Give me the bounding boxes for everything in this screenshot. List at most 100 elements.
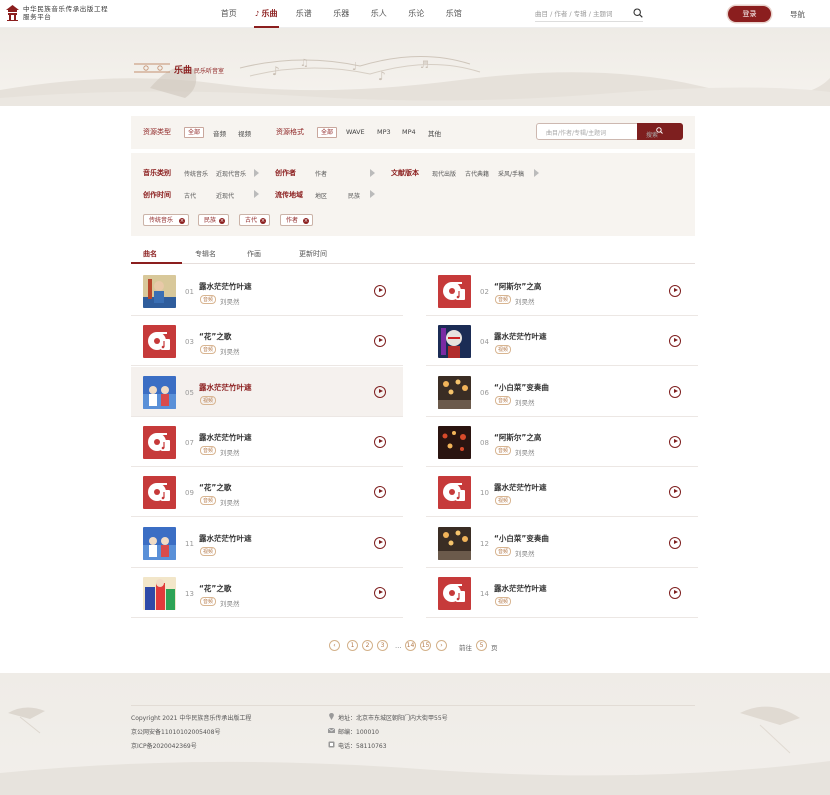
list-item[interactable]: 02 “阿斯尔”之高 音频 刘昊然 bbox=[426, 266, 698, 316]
resource-format-wave[interactable]: WAVE bbox=[346, 128, 365, 136]
login-button[interactable]: 登录 bbox=[728, 6, 771, 22]
footer-beian-2[interactable]: 京ICP备2020042369号 bbox=[131, 741, 197, 750]
song-title[interactable]: 露水茫茫竹叶遮 bbox=[494, 331, 547, 342]
song-thumbnail[interactable] bbox=[143, 325, 176, 359]
category-option-author[interactable]: 作者 bbox=[315, 169, 327, 178]
song-thumbnail[interactable] bbox=[438, 275, 471, 308]
list-item[interactable]: 10 露水茫茫竹叶遮 视频 bbox=[426, 467, 698, 518]
song-artist[interactable]: 刘昊然 bbox=[220, 346, 240, 356]
play-icon[interactable] bbox=[374, 385, 386, 398]
nav-scores[interactable]: 乐谱 bbox=[285, 0, 323, 28]
close-icon[interactable]: × bbox=[303, 217, 309, 224]
song-artist[interactable]: 刘昊然 bbox=[220, 497, 240, 507]
song-title[interactable]: “花”之歌 bbox=[199, 583, 231, 594]
song-artist[interactable]: 刘昊然 bbox=[220, 447, 240, 457]
song-thumbnail[interactable] bbox=[143, 425, 176, 459]
play-icon[interactable] bbox=[374, 586, 386, 599]
page-button[interactable]: 3 bbox=[377, 640, 388, 651]
page-button[interactable]: 2 bbox=[362, 640, 373, 651]
close-icon[interactable]: × bbox=[219, 217, 225, 224]
play-icon[interactable] bbox=[374, 335, 386, 348]
song-title[interactable]: “小白菜”变奏曲 bbox=[494, 382, 549, 393]
category-option-ethnic[interactable]: 民族 bbox=[348, 191, 360, 200]
play-icon[interactable] bbox=[374, 486, 386, 499]
list-item[interactable]: 09 “花”之歌 音频 刘昊然 bbox=[131, 467, 403, 518]
play-icon[interactable] bbox=[374, 285, 386, 297]
filter-search-input[interactable]: 曲目/作者/专辑/主题词 搜索 bbox=[536, 123, 683, 140]
filter-search-button[interactable]: 搜索 bbox=[637, 123, 683, 140]
nav-hall[interactable]: 乐馆 bbox=[435, 0, 473, 28]
expand-arrow-icon[interactable] bbox=[370, 190, 375, 198]
song-thumbnail[interactable] bbox=[143, 526, 176, 560]
page-button[interactable]: 1 bbox=[347, 640, 358, 651]
play-icon[interactable] bbox=[669, 435, 681, 448]
list-item[interactable]: 06 “小白菜”变奏曲 音频 刘昊然 bbox=[426, 367, 698, 417]
selected-tag[interactable]: 作者 × bbox=[280, 214, 313, 226]
song-title[interactable]: “小白菜”变奏曲 bbox=[494, 533, 549, 544]
page-button[interactable]: 15 bbox=[420, 640, 431, 651]
nav-theory[interactable]: 乐论 bbox=[398, 0, 436, 28]
resource-format-all[interactable]: 全部 bbox=[317, 127, 338, 138]
sort-tab-updated[interactable]: 更新时间 bbox=[299, 249, 327, 259]
song-title[interactable]: “花”之歌 bbox=[199, 331, 231, 342]
category-option-manuscript[interactable]: 采风/手稿 bbox=[498, 169, 524, 178]
nav-musicians[interactable]: 乐人 bbox=[360, 0, 398, 28]
expand-arrow-icon[interactable] bbox=[370, 169, 375, 177]
next-page-button[interactable]: › bbox=[436, 640, 447, 651]
song-title[interactable]: 露水茫茫竹叶遮 bbox=[494, 583, 547, 594]
sort-tab-work[interactable]: 作画 bbox=[247, 249, 261, 259]
song-title[interactable]: “阿斯尔”之高 bbox=[494, 432, 541, 443]
song-thumbnail[interactable] bbox=[438, 526, 471, 560]
song-title[interactable]: 露水茫茫竹叶遮 bbox=[199, 382, 252, 393]
category-option-ancient-books[interactable]: 古代典籍 bbox=[465, 169, 489, 178]
play-icon[interactable] bbox=[669, 586, 681, 599]
footer-beian-1[interactable]: 京公网安备11010102005408号 bbox=[131, 727, 220, 736]
nav-instruments[interactable]: 乐器 bbox=[323, 0, 361, 28]
resource-type-video[interactable]: 视频 bbox=[238, 128, 251, 138]
expand-arrow-icon[interactable] bbox=[534, 169, 539, 177]
play-icon[interactable] bbox=[669, 335, 681, 348]
nav-music[interactable]: ♪ 乐曲 bbox=[248, 0, 286, 28]
list-item[interactable]: 13 “花”之歌 音频 刘昊然 bbox=[131, 568, 403, 618]
search-icon[interactable] bbox=[633, 8, 643, 18]
song-thumbnail[interactable] bbox=[438, 375, 471, 409]
song-title[interactable]: 露水茫茫竹叶遮 bbox=[199, 533, 252, 544]
category-option-region[interactable]: 地区 bbox=[315, 191, 327, 200]
sort-tab-title[interactable]: 曲名 bbox=[143, 249, 157, 259]
expand-arrow-icon[interactable] bbox=[254, 169, 259, 177]
list-item[interactable]: 03 “花”之歌 音频 刘昊然 bbox=[131, 316, 403, 367]
play-icon[interactable] bbox=[669, 285, 681, 297]
category-option-traditional[interactable]: 传统音乐 bbox=[184, 169, 208, 178]
song-thumbnail[interactable] bbox=[438, 576, 471, 610]
category-option-ancient[interactable]: 古代 bbox=[184, 191, 196, 200]
selected-tag[interactable]: 古代 × bbox=[239, 214, 270, 226]
song-artist[interactable]: 刘昊然 bbox=[515, 296, 535, 306]
play-icon[interactable] bbox=[669, 486, 681, 499]
song-thumbnail[interactable] bbox=[438, 425, 471, 459]
category-option-modern[interactable]: 近现代音乐 bbox=[216, 169, 246, 178]
category-option-modern-pub[interactable]: 现代出版 bbox=[432, 169, 456, 178]
song-thumbnail[interactable] bbox=[438, 325, 471, 359]
song-artist[interactable]: 刘昊然 bbox=[515, 548, 535, 558]
nav-home[interactable]: 首页 bbox=[210, 0, 248, 28]
song-title[interactable]: “阿斯尔”之高 bbox=[494, 281, 541, 292]
site-logo[interactable]: 中华民族音乐传承出版工程 服务平台 bbox=[6, 5, 108, 21]
list-item[interactable]: 04 露水茫茫竹叶遮 视频 bbox=[426, 316, 698, 367]
song-thumbnail[interactable] bbox=[143, 476, 176, 510]
close-icon[interactable]: × bbox=[260, 217, 266, 224]
resource-format-mp3[interactable]: MP3 bbox=[377, 128, 391, 136]
prev-page-button[interactable]: ‹ bbox=[329, 640, 340, 651]
nav-guide-link[interactable]: 导航 bbox=[790, 9, 805, 20]
play-icon[interactable] bbox=[669, 536, 681, 549]
song-title[interactable]: 露水茫茫竹叶遮 bbox=[199, 432, 252, 443]
resource-type-audio[interactable]: 音频 bbox=[213, 128, 226, 138]
sort-tab-album[interactable]: 专辑名 bbox=[195, 249, 216, 259]
play-icon[interactable] bbox=[374, 536, 386, 549]
expand-arrow-icon[interactable] bbox=[254, 190, 259, 198]
song-thumbnail[interactable] bbox=[143, 375, 176, 409]
song-title[interactable]: 露水茫茫竹叶遮 bbox=[494, 482, 547, 493]
song-title[interactable]: “花”之歌 bbox=[199, 482, 231, 493]
song-thumbnail[interactable] bbox=[143, 576, 176, 610]
song-title[interactable]: 露水茫茫竹叶遮 bbox=[199, 281, 252, 292]
goto-page-input[interactable]: 5 bbox=[476, 640, 487, 651]
